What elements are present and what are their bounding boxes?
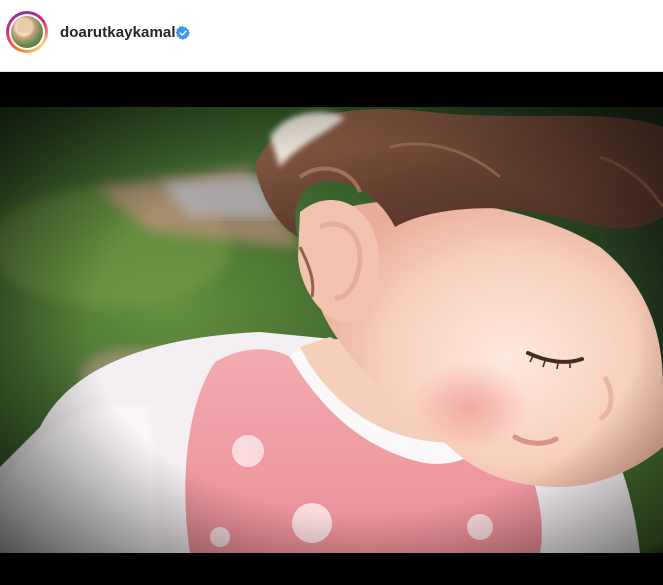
avatar-border <box>9 14 45 50</box>
instagram-post: doarutkaykamal <box>0 0 663 585</box>
letterbox-top <box>0 72 663 107</box>
post-photo[interactable] <box>0 107 663 553</box>
avatar[interactable] <box>6 11 48 53</box>
photo-toddler-image <box>0 107 663 553</box>
username-link[interactable]: doarutkaykamal <box>60 24 176 41</box>
letterbox-bottom <box>0 553 663 585</box>
verified-badge-icon <box>176 26 190 40</box>
post-header: doarutkaykamal <box>0 0 663 72</box>
post-media <box>0 72 663 585</box>
avatar-photo <box>11 16 43 48</box>
